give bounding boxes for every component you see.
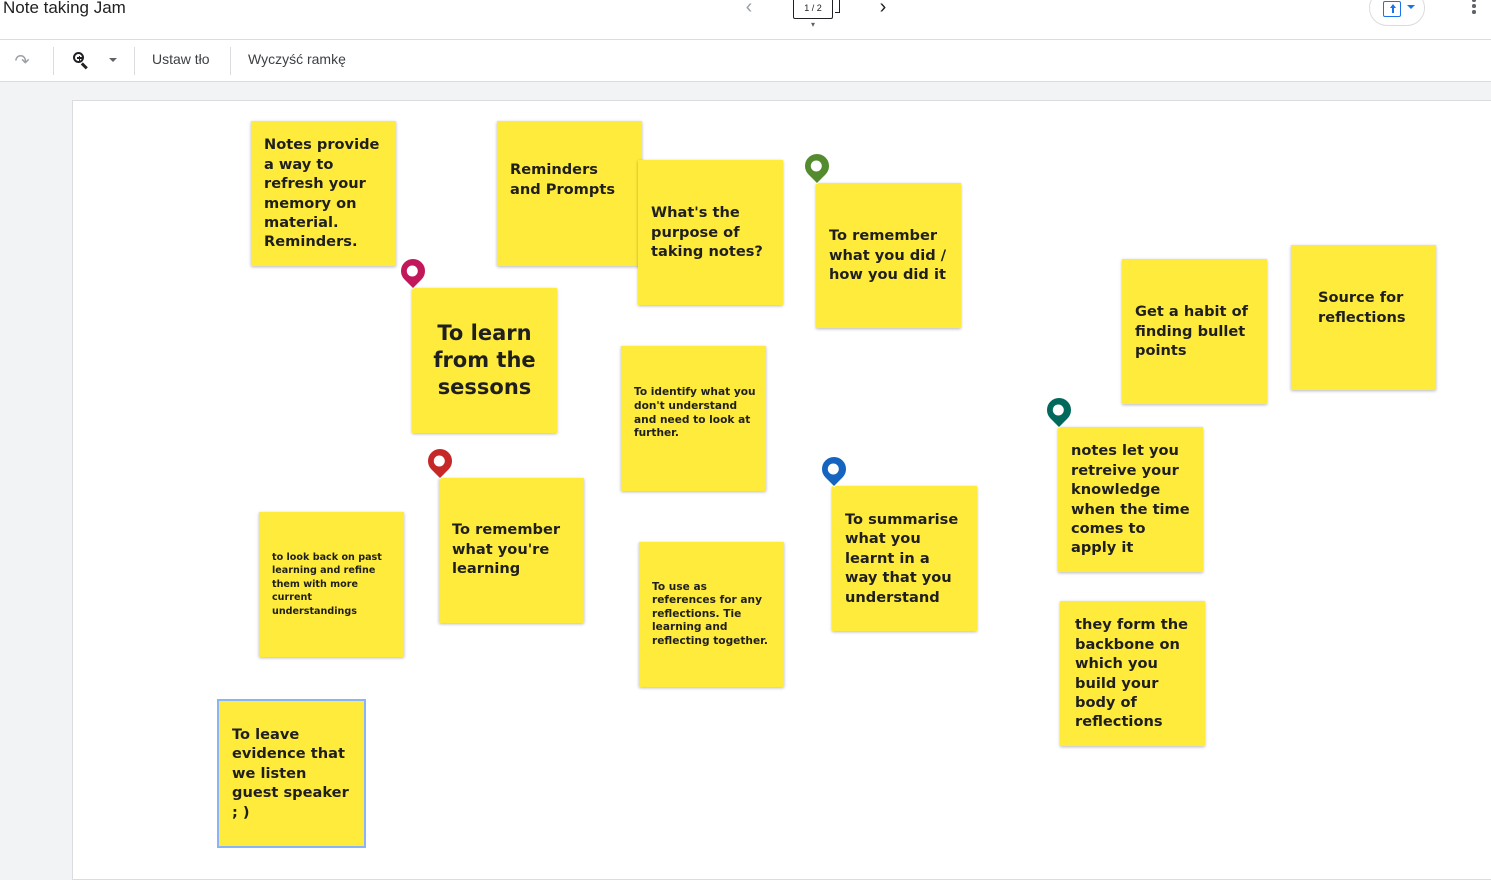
frame-dropdown-icon[interactable]: ▾: [811, 20, 815, 29]
sticky-note[interactable]: To summarise what you learnt in a way th…: [832, 486, 977, 631]
app-title: Note taking Jam: [3, 0, 126, 17]
set-background-button[interactable]: Ustaw tło: [152, 51, 210, 67]
share-button[interactable]: [1369, 0, 1425, 26]
sticky-note[interactable]: Reminders and Prompts: [497, 121, 642, 266]
zoom-dropdown-icon[interactable]: [109, 58, 117, 62]
app-header: Note taking Jam ‹ 1 / 2 ▾ ›: [0, 0, 1491, 40]
sticky-note[interactable]: To identify what you don't understand an…: [621, 346, 766, 491]
more-vert-icon[interactable]: [1466, 0, 1482, 18]
redo-icon[interactable]: ↷: [11, 51, 33, 71]
chevron-right-icon[interactable]: ›: [872, 0, 894, 18]
sticky-note[interactable]: To remember what you did / how you did i…: [816, 183, 961, 328]
sticky-note-selected[interactable]: To leave evidence that we listen guest s…: [217, 699, 366, 848]
sticky-note[interactable]: they form the backbone on which you buil…: [1060, 601, 1205, 746]
sticky-note[interactable]: To learn from the sessons: [412, 288, 557, 433]
frame-stack-edge: [835, 0, 840, 13]
toolbar-divider: [134, 47, 135, 75]
sticky-note[interactable]: What's the purpose of taking notes?: [638, 160, 783, 305]
zoom-in-icon[interactable]: [71, 50, 93, 72]
toolbar-divider: [53, 47, 54, 75]
sticky-note[interactable]: Get a habit of finding bullet points: [1122, 259, 1267, 404]
sticky-note[interactable]: Notes provide a way to refresh your memo…: [251, 121, 396, 266]
sticky-note[interactable]: notes let you retreive your knowledge wh…: [1058, 427, 1203, 572]
sticky-note[interactable]: To use as references for any reflections…: [639, 542, 784, 687]
upload-share-icon: [1383, 1, 1401, 17]
chevron-left-icon[interactable]: ‹: [738, 0, 760, 18]
clear-frame-button[interactable]: Wyczyść ramkę: [248, 51, 346, 67]
sticky-note[interactable]: Source for reflections: [1291, 245, 1436, 390]
frame-counter[interactable]: 1 / 2: [793, 0, 833, 19]
chevron-down-icon: [1407, 5, 1415, 9]
toolbar-divider: [230, 47, 231, 75]
toolbar: ↷ Ustaw tło Wyczyść ramkę: [0, 40, 1491, 82]
sticky-note[interactable]: To remember what you're learning: [439, 478, 584, 623]
sticky-note[interactable]: to look back on past learning and refine…: [259, 512, 404, 657]
